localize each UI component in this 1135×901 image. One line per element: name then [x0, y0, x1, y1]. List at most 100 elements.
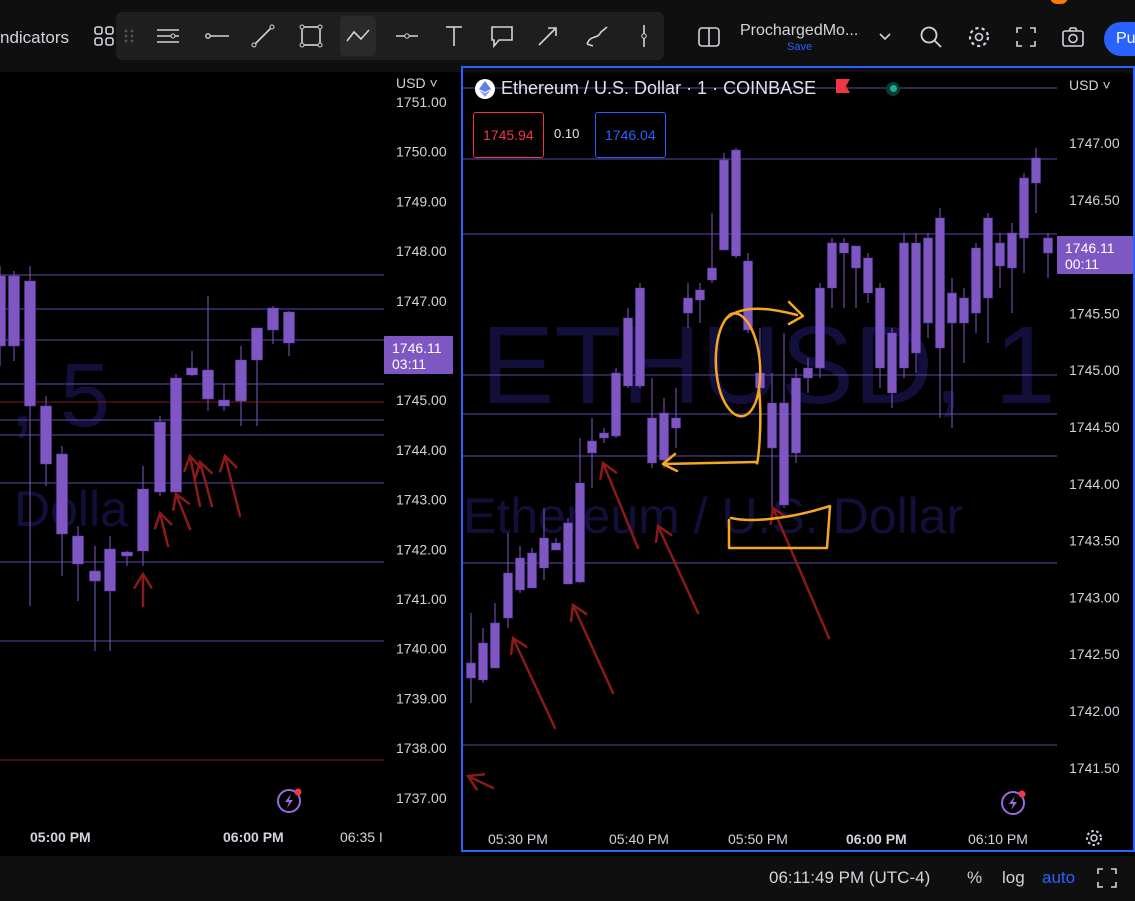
callout-icon[interactable] — [484, 16, 520, 56]
candle-body[interactable] — [490, 622, 500, 669]
chevron-down-icon[interactable] — [870, 22, 900, 52]
candle-body[interactable] — [779, 402, 789, 506]
candle-body[interactable] — [104, 548, 116, 592]
camera-icon[interactable] — [1058, 22, 1088, 52]
candle-body[interactable] — [731, 149, 741, 257]
candle-body[interactable] — [170, 377, 182, 493]
path-icon[interactable] — [340, 16, 376, 56]
candle-body[interactable] — [695, 289, 705, 301]
ask-price-button[interactable]: 1746.04 — [595, 112, 666, 158]
candle-body[interactable] — [503, 572, 513, 619]
candle-body[interactable] — [8, 275, 20, 347]
candle-body[interactable] — [235, 359, 247, 402]
candle-body[interactable] — [899, 242, 909, 369]
candle-body[interactable] — [527, 552, 537, 589]
candle-body[interactable] — [707, 267, 717, 281]
candle-body[interactable] — [635, 287, 645, 387]
chart-pane-right[interactable]: ETHUSD, 1 Ethereum / U.S. Dollar USD ˅ 1747… — [461, 66, 1135, 852]
candle-body[interactable] — [515, 557, 525, 591]
candle-body[interactable] — [40, 405, 52, 465]
candle-body[interactable] — [875, 287, 885, 369]
candle-body[interactable] — [137, 488, 149, 552]
candle-body[interactable] — [647, 417, 657, 464]
candle-body[interactable] — [218, 399, 230, 407]
text-tool-icon[interactable] — [436, 16, 472, 56]
fullscreen-corner-icon[interactable] — [1095, 866, 1119, 895]
candle-body[interactable] — [121, 551, 133, 557]
candle-body[interactable] — [551, 542, 561, 551]
candle-body[interactable] — [815, 287, 825, 369]
chart-canvas-left[interactable]: , 5DollaUSD ˅1751.001750.001749.001748.0… — [0, 66, 458, 852]
candle-body[interactable] — [0, 275, 6, 347]
candle-body[interactable] — [887, 332, 897, 394]
candle-body[interactable] — [839, 242, 849, 254]
gear-icon[interactable] — [964, 22, 994, 52]
candle-body[interactable] — [1019, 177, 1029, 239]
symbol-legend[interactable]: Ethereum / U.S. Dollar · 1 · COINBASE — [475, 78, 901, 99]
candle-body[interactable] — [1043, 237, 1053, 254]
candle-body[interactable] — [623, 317, 633, 387]
candle-body[interactable] — [587, 440, 597, 454]
candle-body[interactable] — [24, 280, 36, 407]
bid-price-button[interactable]: 1745.94 — [473, 112, 544, 158]
candle-body[interactable] — [983, 217, 993, 299]
replay-lightning-icon[interactable] — [1001, 790, 1026, 815]
candle-body[interactable] — [283, 311, 295, 344]
log-scale-toggle[interactable]: log — [1002, 868, 1025, 888]
brush-icon[interactable] — [579, 16, 615, 56]
candle-body[interactable] — [683, 297, 693, 314]
annotation-arrow[interactable] — [571, 603, 615, 695]
clock-timezone[interactable]: 06:11:49 PM (UTC-4) — [769, 868, 930, 888]
candle-body[interactable] — [599, 432, 609, 439]
candle-body[interactable] — [935, 217, 945, 349]
search-icon[interactable] — [916, 22, 946, 52]
indicators-button[interactable]: ndicators — [0, 28, 69, 48]
candle-body[interactable] — [971, 247, 981, 314]
replay-lightning-icon[interactable] — [277, 788, 302, 813]
candle-body[interactable] — [251, 327, 263, 361]
candle-body[interactable] — [611, 372, 621, 437]
drag-handle-icon[interactable] — [120, 16, 138, 56]
candle-body[interactable] — [1007, 232, 1017, 269]
candle-body[interactable] — [466, 662, 476, 679]
horizontal-line-icon[interactable] — [389, 16, 425, 56]
layout-panel-icon[interactable] — [694, 22, 724, 52]
candle-body[interactable] — [659, 412, 669, 461]
candle-body[interactable] — [575, 482, 585, 583]
candle-body[interactable] — [89, 570, 101, 582]
trend-line-icon[interactable] — [245, 16, 281, 56]
auto-scale-toggle[interactable]: auto — [1042, 868, 1075, 888]
candle-body[interactable] — [851, 245, 861, 269]
candle-body[interactable] — [56, 453, 68, 535]
chart-pane-left[interactable]: , 5 Dolla USD ˅ 1751.00 1750.00 1749.00 1748.0… — [0, 66, 458, 852]
vertical-line-icon[interactable] — [626, 16, 662, 56]
menu-lines-icon[interactable] — [150, 16, 186, 56]
candle-body[interactable] — [478, 642, 488, 681]
axis-settings-icon[interactable] — [1086, 830, 1102, 846]
candle-body[interactable] — [1031, 157, 1041, 184]
candle-body[interactable] — [719, 159, 729, 251]
candle-body[interactable] — [671, 417, 681, 429]
layout-name-button[interactable]: ProchargedMo... — [740, 22, 858, 40]
symbol-title[interactable]: Ethereum / U.S. Dollar · 1 · COINBASE — [501, 78, 816, 99]
candle-body[interactable] — [995, 242, 1005, 267]
rectangle-icon[interactable] — [293, 16, 329, 56]
candle-body[interactable] — [947, 292, 957, 324]
percent-scale-toggle[interactable]: % — [967, 868, 982, 888]
publish-button[interactable]: Pu — [1104, 22, 1135, 56]
candle-body[interactable] — [923, 237, 933, 324]
candle-body[interactable] — [827, 242, 837, 289]
candle-body[interactable] — [202, 369, 214, 400]
candle-body[interactable] — [154, 421, 166, 493]
candle-body[interactable] — [863, 257, 873, 294]
candle-body[interactable] — [72, 535, 84, 565]
candle-body[interactable] — [911, 242, 921, 354]
horizontal-ray-icon[interactable] — [199, 16, 235, 56]
flag-icon[interactable] — [836, 79, 851, 98]
annotation-arrow[interactable] — [511, 636, 557, 730]
candle-body[interactable] — [803, 367, 813, 379]
candle-body[interactable] — [563, 522, 573, 585]
candle-body[interactable] — [959, 297, 969, 324]
candle-body[interactable] — [186, 367, 198, 376]
chart-canvas-right[interactable]: ETHUSD, 1Ethereum / U.S. DollarUSD ˅1747… — [463, 68, 1133, 850]
